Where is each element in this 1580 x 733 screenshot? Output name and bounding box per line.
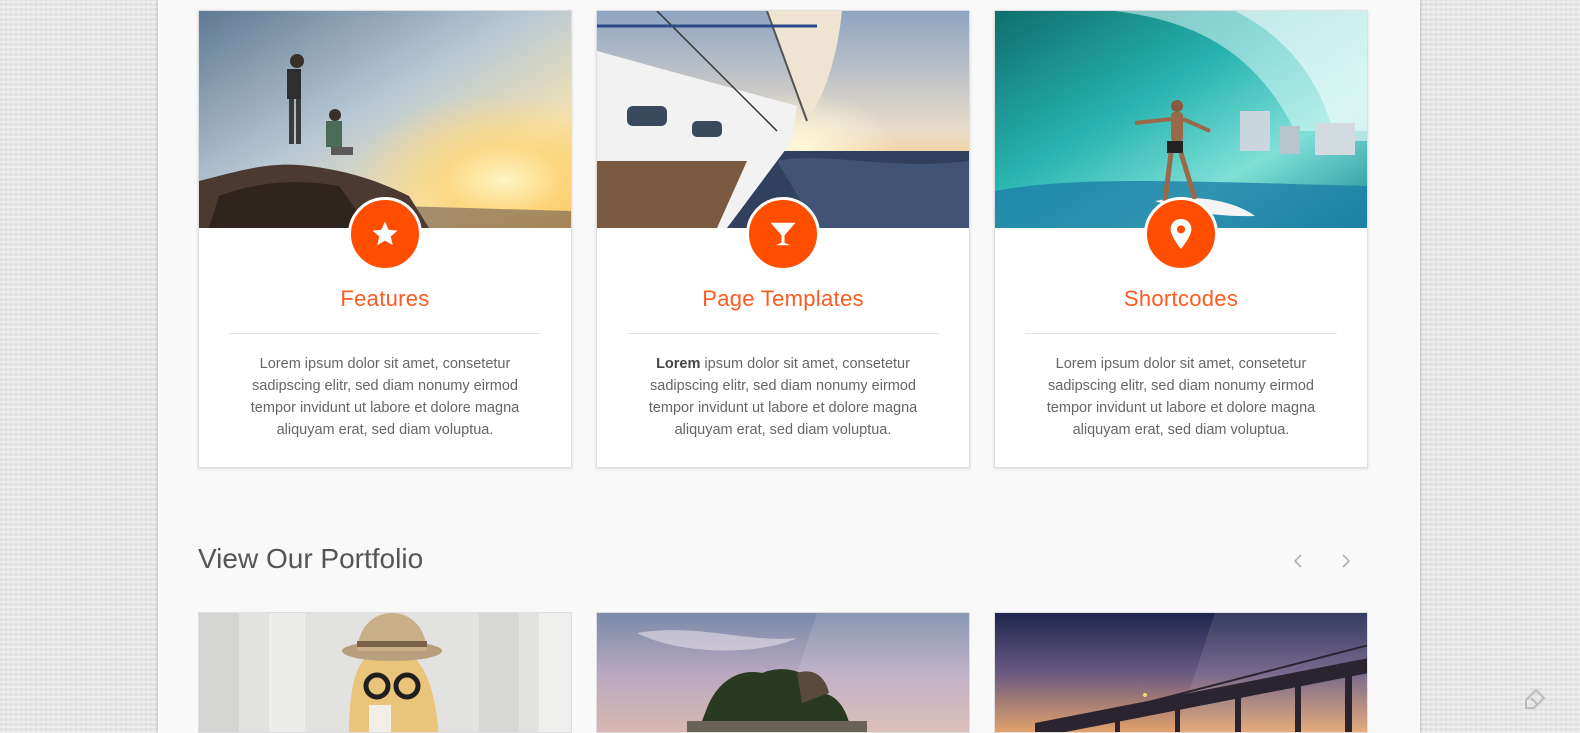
feature-image-hikers <box>199 11 571 228</box>
portfolio-item-woman-hat[interactable] <box>198 612 572 733</box>
feature-divider <box>1025 333 1337 334</box>
portfolio-next-button[interactable] <box>1334 549 1358 573</box>
feature-title: Page Templates <box>702 286 864 311</box>
portfolio-item-island[interactable] <box>596 612 970 733</box>
chevron-left-icon <box>1293 554 1302 568</box>
feature-description-text: Lorem ipsum dolor sit amet, consetetur s… <box>250 356 520 438</box>
feature-icon-badge <box>348 197 422 271</box>
feature-icon-badge <box>1144 197 1218 271</box>
portfolio-prev-button[interactable] <box>1286 549 1310 573</box>
feature-description-text: Lorem ipsum dolor sit amet, consetetur s… <box>1046 356 1316 438</box>
feature-title: Shortcodes <box>1123 286 1239 311</box>
portfolio-item-pier[interactable] <box>994 612 1368 733</box>
feature-card-features: Features Lorem ipsum dolor sit amet, con… <box>198 10 572 468</box>
feature-description: Lorem ipsum dolor sit amet, consetetur s… <box>239 353 531 441</box>
cocktail-glass-icon <box>770 222 796 246</box>
feature-icon-badge <box>746 197 820 271</box>
page-wrapper: Features Lorem ipsum dolor sit amet, con… <box>158 0 1420 733</box>
feature-description: Lorem ipsum dolor sit amet, consetetur s… <box>637 353 929 441</box>
feature-title: Features <box>340 286 430 311</box>
feature-divider <box>229 333 541 334</box>
chevron-right-icon <box>1342 554 1351 568</box>
feature-description-bold: Lorem <box>656 356 701 372</box>
feature-description: Lorem ipsum dolor sit amet, consetetur s… <box>1035 353 1327 441</box>
feature-divider <box>627 333 939 334</box>
pencil-edit-icon[interactable] <box>1522 684 1550 712</box>
feature-card-page-templates: Page Templates Lorem ipsum dolor sit ame… <box>596 10 970 468</box>
star-icon <box>372 221 398 246</box>
portfolio-section-title: View Our Portfolio <box>198 543 424 574</box>
map-pin-icon <box>1170 219 1192 249</box>
feature-card-shortcodes: Shortcodes Lorem ipsum dolor sit amet, c… <box>994 10 1368 468</box>
feature-image-surfer <box>995 11 1367 228</box>
feature-image-sailboat <box>597 11 969 228</box>
